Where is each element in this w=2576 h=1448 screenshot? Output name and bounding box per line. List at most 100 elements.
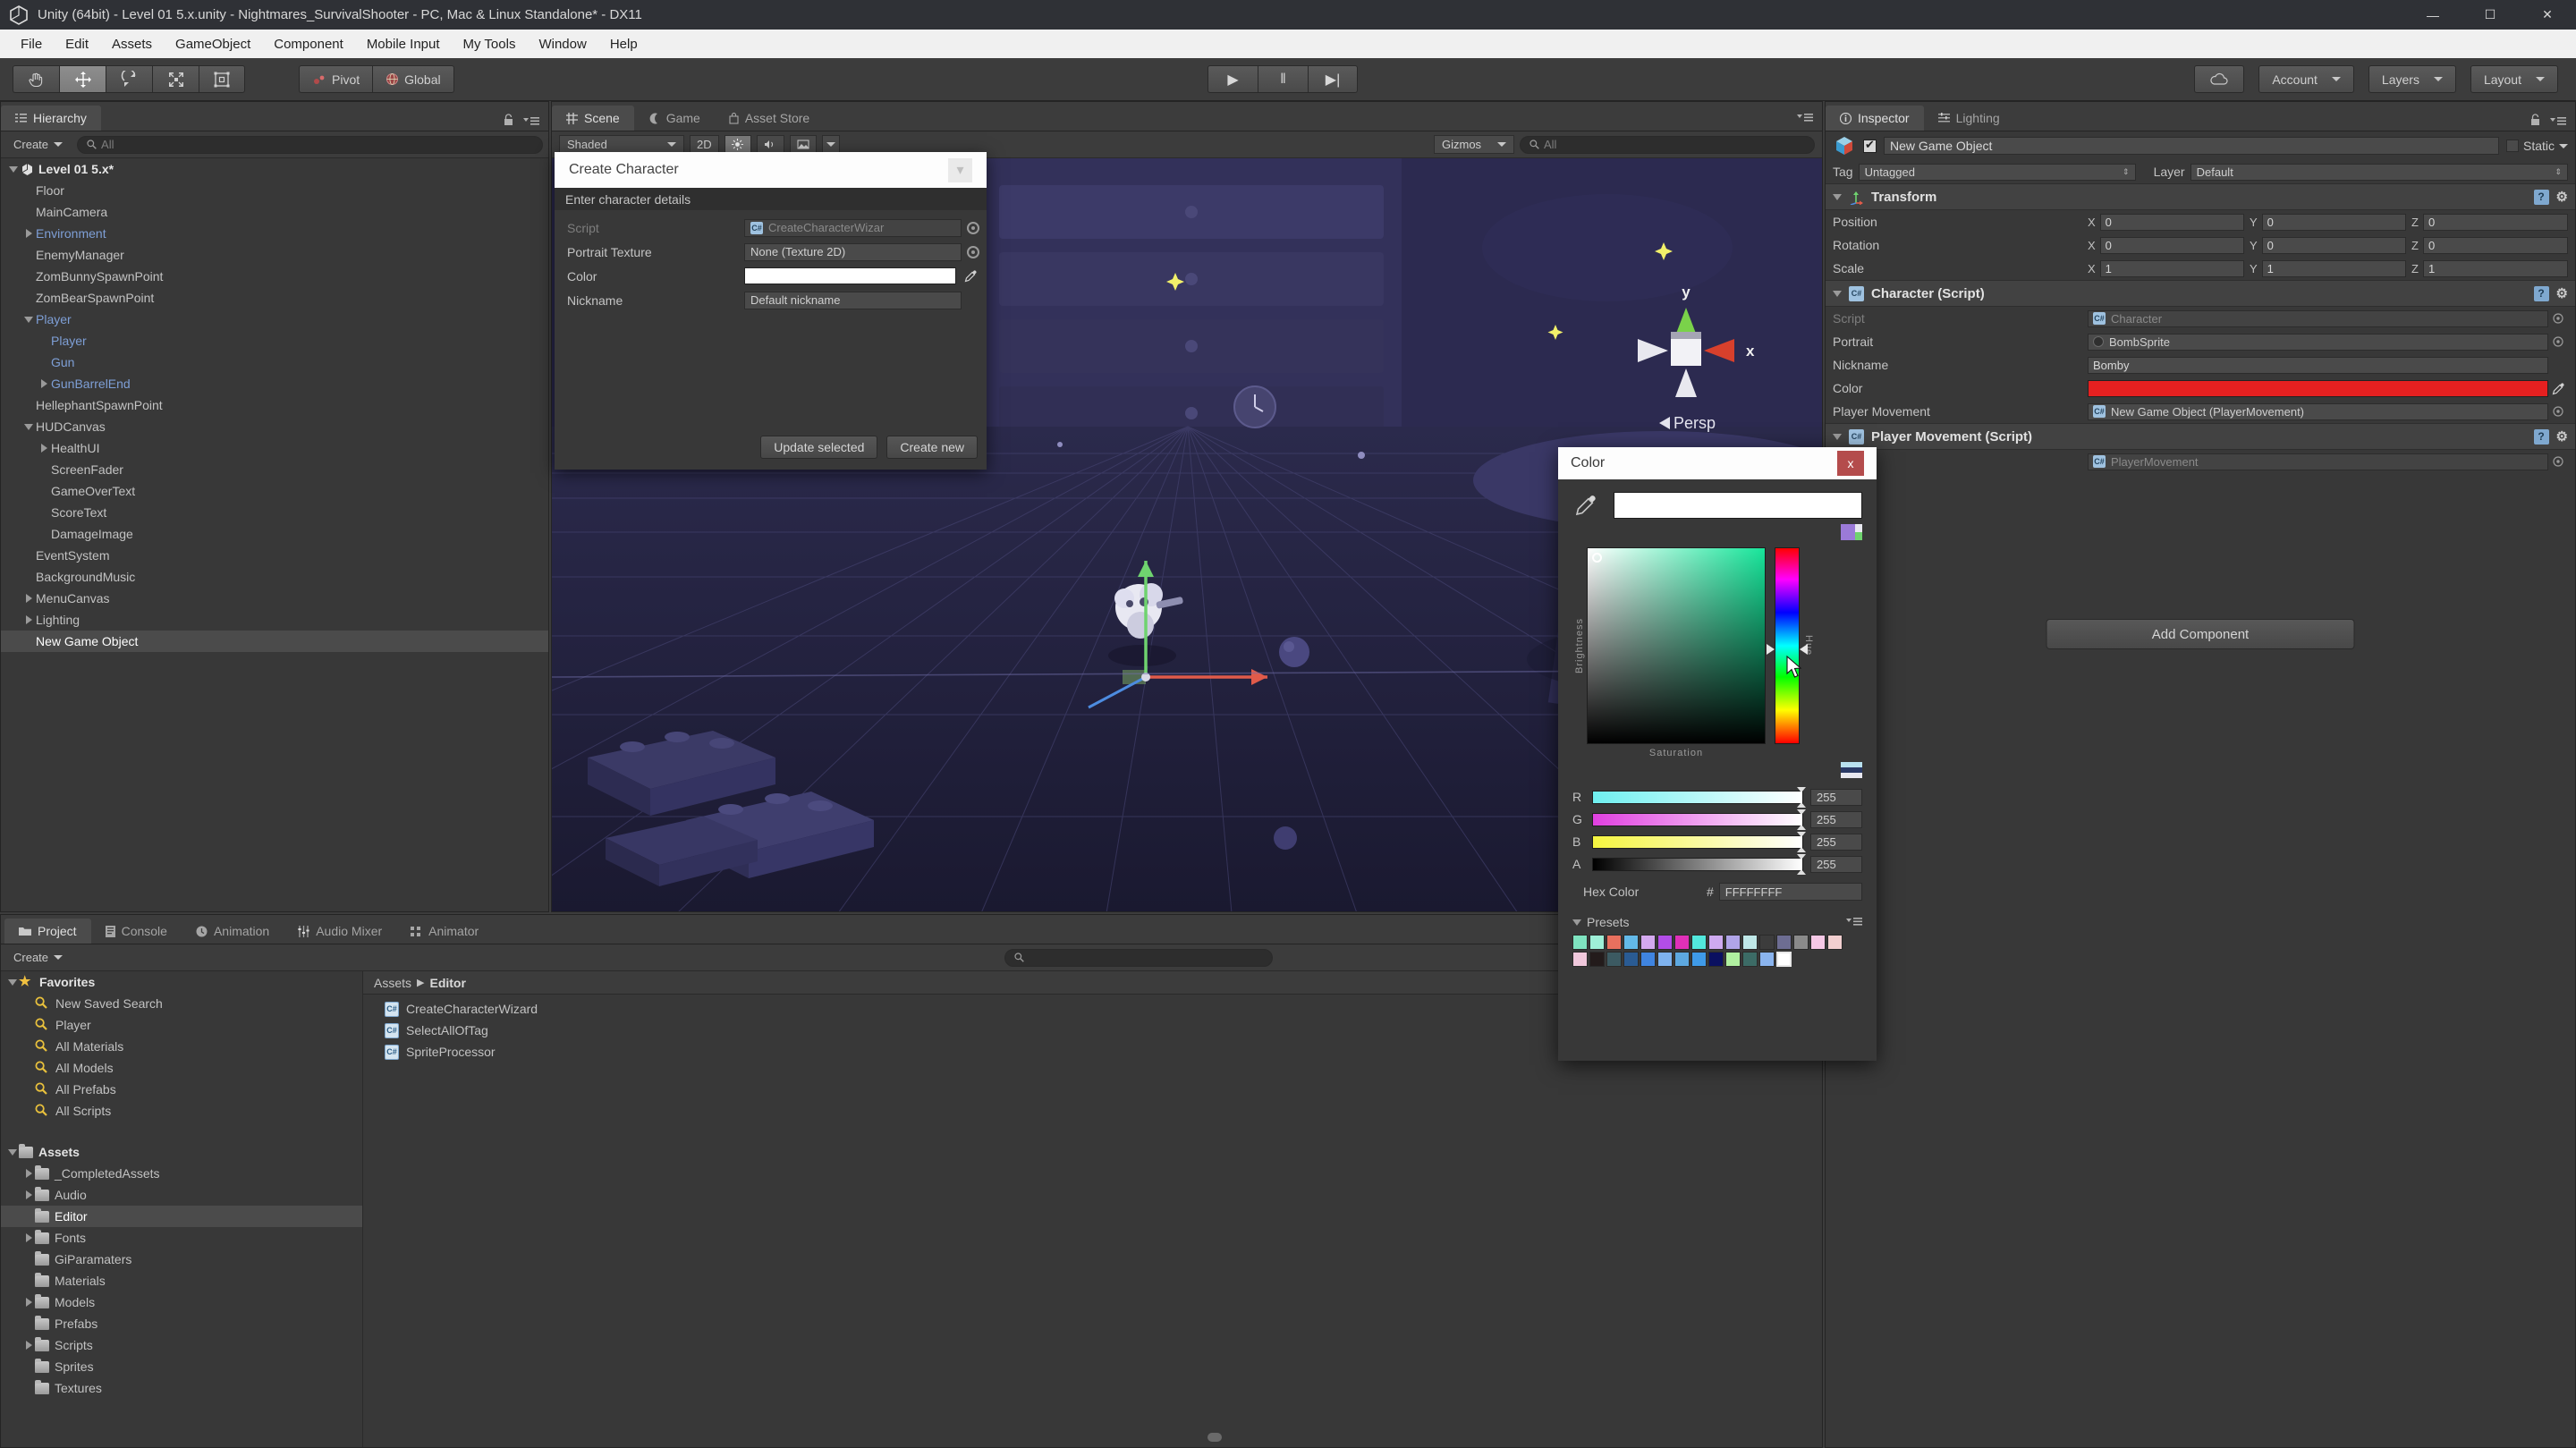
scrollbar-thumb[interactable] (1208, 1433, 1222, 1442)
transform-scale-x-input[interactable]: 1 (2100, 260, 2244, 277)
channel-slider-a[interactable] (1592, 858, 1803, 871)
preset-swatch[interactable] (1572, 952, 1588, 967)
hierarchy-item[interactable]: HealthUI (1, 437, 548, 459)
preset-swatch[interactable] (1776, 935, 1792, 950)
foldout-icon[interactable] (1833, 194, 1842, 200)
wizard-script-picker-icon[interactable] (967, 222, 979, 234)
component-header-player-movement-script[interactable]: C# Player Movement (Script) ? ⚙ (1826, 423, 2575, 450)
slider-handle-top[interactable] (1797, 787, 1806, 792)
foldout-icon[interactable] (21, 223, 36, 244)
channel-value-g[interactable]: 255 (1810, 811, 1862, 828)
hierarchy-item[interactable]: HellephantSpawnPoint (1, 394, 548, 416)
hierarchy-create-button[interactable]: Create (6, 135, 70, 155)
move-tool-icon[interactable] (59, 65, 106, 93)
hierarchy-item[interactable]: DamageImage (1, 523, 548, 545)
preset-swatch[interactable] (1606, 952, 1622, 967)
menu-component[interactable]: Component (262, 33, 355, 55)
preset-swatch[interactable] (1742, 952, 1758, 967)
foldout-icon[interactable] (22, 1233, 35, 1242)
gradient-mode-icon[interactable] (1841, 762, 1862, 778)
project-folder-item[interactable]: GiParamaters (1, 1249, 362, 1270)
help-icon[interactable]: ? (2534, 429, 2549, 445)
wizard-portrait-field[interactable]: None (Texture 2D) (744, 243, 962, 261)
hand-tool-icon[interactable] (13, 65, 59, 93)
wizard-script-field[interactable]: C# CreateCharacterWizar (744, 219, 962, 237)
panel-menu-icon[interactable] (1797, 112, 1813, 123)
rect-tool-icon[interactable] (199, 65, 245, 93)
global-toggle[interactable]: Global (372, 65, 453, 93)
component-header-character-script[interactable]: C# Character (Script) ? ⚙ (1826, 280, 2575, 307)
preset-swatch[interactable] (1759, 952, 1775, 967)
preset-swatch[interactable] (1691, 952, 1707, 967)
menu-assets[interactable]: Assets (100, 33, 164, 55)
breadcrumb-assets[interactable]: Assets (374, 976, 411, 990)
property-color-swatch[interactable] (2088, 380, 2548, 397)
wizard-dropdown-icon[interactable]: ▾ (948, 158, 972, 182)
favorite-item[interactable]: All Materials (1, 1036, 362, 1057)
menu-mobile-input[interactable]: Mobile Input (355, 33, 452, 55)
tab-hierarchy[interactable]: Hierarchy (1, 106, 101, 131)
hierarchy-tree[interactable]: Level 01 5.x*FloorMainCameraEnvironmentE… (1, 158, 548, 911)
gameobject-name-input[interactable]: New Game Object (1884, 137, 2499, 155)
tag-dropdown[interactable]: Untagged ⇕ (1859, 164, 2136, 181)
preset-swatch[interactable] (1589, 935, 1605, 950)
chevron-down-icon[interactable] (2559, 144, 2568, 148)
hue-slider[interactable] (1775, 547, 1800, 744)
saturation-brightness-square[interactable] (1587, 547, 1766, 744)
hierarchy-item[interactable]: New Game Object (1, 631, 548, 652)
channel-slider-r[interactable] (1592, 791, 1803, 804)
gear-icon[interactable]: ⚙ (2556, 428, 2568, 445)
help-icon[interactable]: ? (2534, 286, 2549, 301)
property-object-field[interactable]: C#New Game Object (PlayerMovement) (2088, 403, 2548, 420)
menu-my-tools[interactable]: My Tools (452, 33, 528, 55)
transform-position-x-input[interactable]: 0 (2100, 214, 2244, 231)
scene-lighting-toggle[interactable] (724, 135, 751, 154)
component-header-transform[interactable]: Transform ? ⚙ (1826, 183, 2575, 210)
transform-rotation-y-input[interactable]: 0 (2262, 237, 2406, 254)
foldout-icon[interactable] (37, 437, 51, 459)
favorite-item[interactable]: New Saved Search (1, 993, 362, 1014)
account-button[interactable]: Account (2258, 65, 2354, 93)
favorite-item[interactable]: All Prefabs (1, 1079, 362, 1100)
property-text-input[interactable]: Bomby (2088, 357, 2548, 374)
preset-swatch[interactable] (1793, 935, 1809, 950)
preset-swatch[interactable] (1725, 935, 1741, 950)
hierarchy-item[interactable]: Floor (1, 180, 548, 201)
channel-slider-g[interactable] (1592, 813, 1803, 826)
scene-shading-dropdown[interactable]: Shaded (559, 135, 684, 154)
color-picker-close-button[interactable]: x (1837, 451, 1864, 476)
project-folder-item[interactable]: _CompletedAssets (1, 1163, 362, 1184)
project-folder-item[interactable]: Sprites (1, 1356, 362, 1377)
close-button[interactable]: ✕ (2519, 0, 2576, 30)
hierarchy-item[interactable]: Player (1, 330, 548, 351)
slider-handle-top[interactable] (1797, 809, 1806, 815)
project-search-input[interactable] (1004, 949, 1273, 967)
hierarchy-item[interactable]: MainCamera (1, 201, 548, 223)
preset-swatch[interactable] (1657, 935, 1673, 950)
object-picker-icon[interactable] (2548, 313, 2568, 324)
update-selected-button[interactable]: Update selected (760, 436, 877, 459)
transform-scale-y-input[interactable]: 1 (2262, 260, 2406, 277)
presets-header[interactable]: Presets (1572, 915, 1862, 929)
lock-icon[interactable] (2529, 114, 2541, 127)
hierarchy-item[interactable]: GunBarrelEnd (1, 373, 548, 394)
lock-icon[interactable] (503, 114, 514, 127)
project-folder-item[interactable]: Scripts (1, 1334, 362, 1356)
gameobject-active-checkbox[interactable] (1863, 140, 1877, 153)
foldout-icon[interactable] (22, 1298, 35, 1307)
pause-button[interactable]: ‖ (1258, 65, 1308, 93)
panel-menu-icon[interactable] (2550, 115, 2566, 126)
hierarchy-item[interactable]: Gun (1, 351, 548, 373)
property-object-field[interactable]: C#Character (2088, 310, 2548, 327)
menu-window[interactable]: Window (527, 33, 597, 55)
slider-handle-bottom[interactable] (1797, 825, 1806, 830)
slider-handle-top[interactable] (1797, 854, 1806, 859)
tab-console[interactable]: Console (91, 919, 182, 944)
preset-swatch[interactable] (1759, 935, 1775, 950)
scale-tool-icon[interactable] (152, 65, 199, 93)
hierarchy-search-input[interactable]: All (77, 136, 543, 154)
slider-handle-bottom[interactable] (1797, 847, 1806, 852)
foldout-icon[interactable] (1572, 919, 1581, 926)
favorites-root[interactable]: ★Favorites (1, 971, 362, 993)
project-folder-item[interactable]: Editor (1, 1206, 362, 1227)
